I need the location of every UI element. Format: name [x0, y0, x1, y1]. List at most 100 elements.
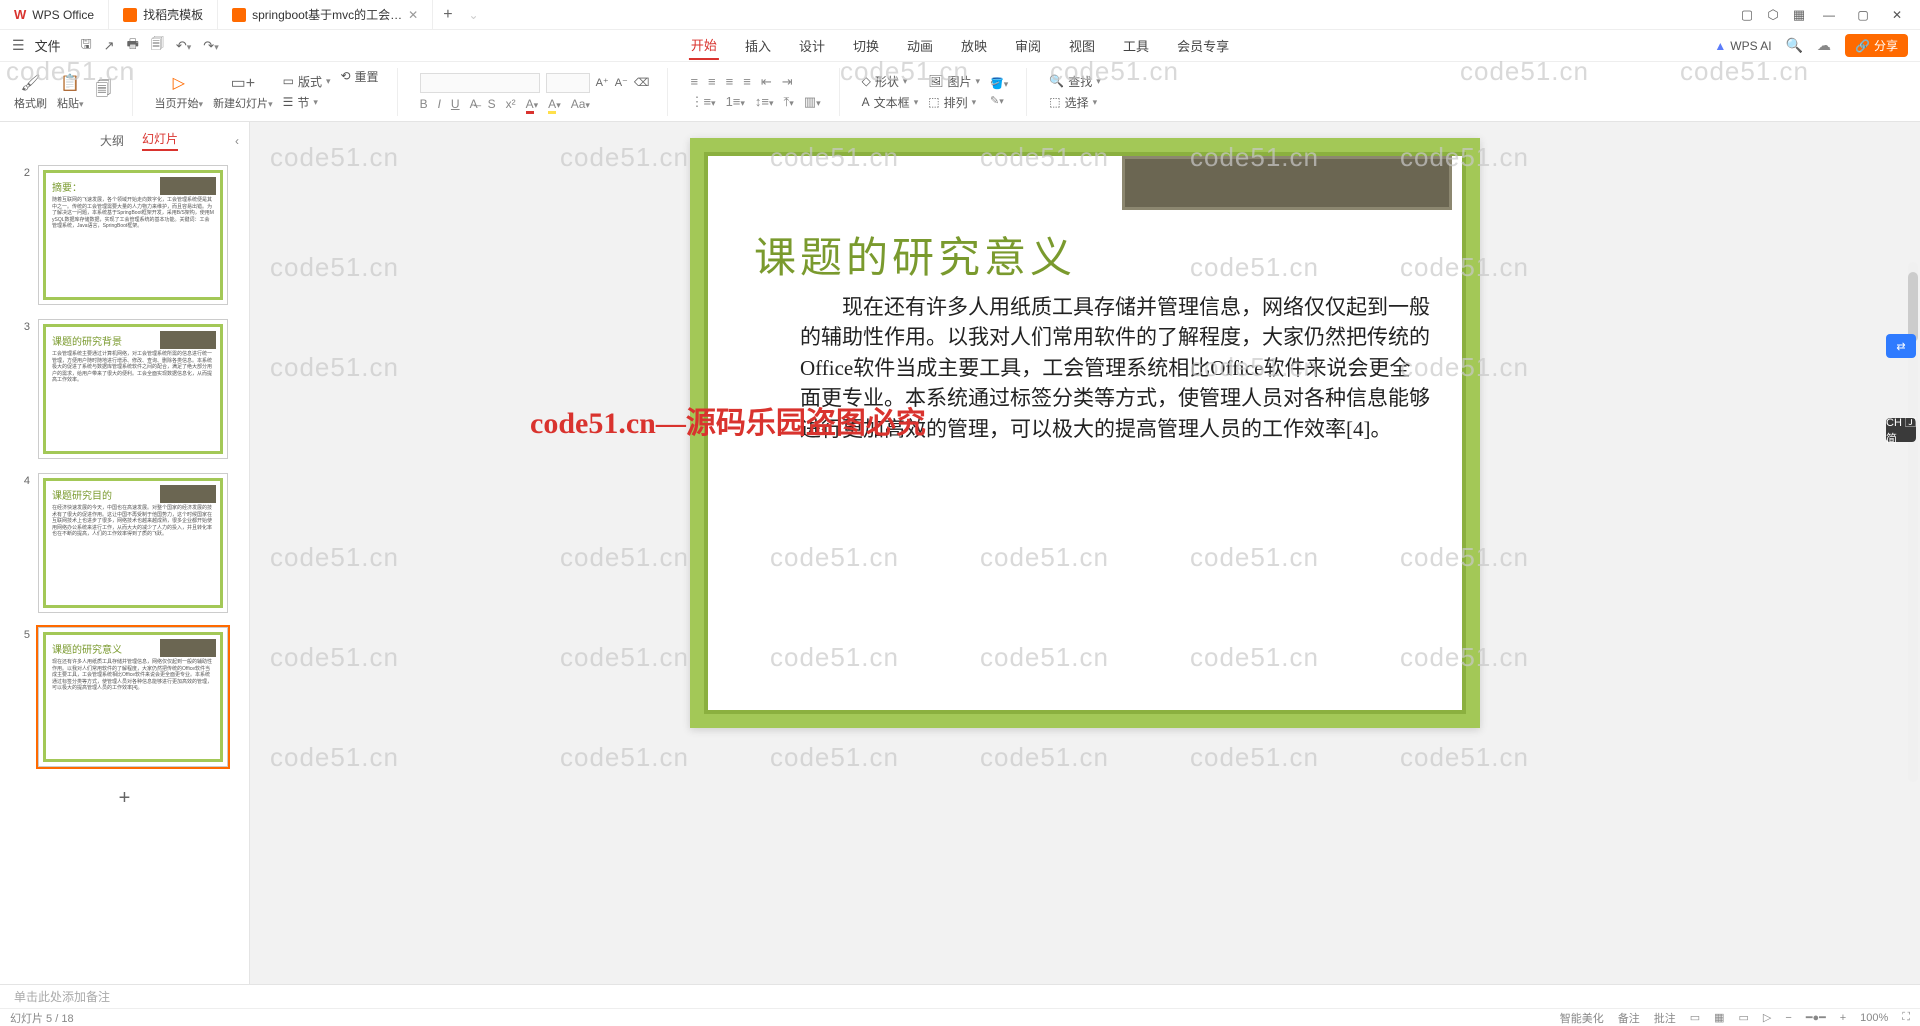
ribbon-tab-view[interactable]: 视图: [1067, 32, 1097, 59]
fill-icon[interactable]: 🪣▾: [990, 77, 1008, 90]
tab-template[interactable]: 找稻壳模板: [109, 0, 218, 29]
superscript-button[interactable]: x²: [506, 97, 516, 111]
minimize-button[interactable]: —: [1814, 1, 1844, 29]
font-family-select[interactable]: [420, 73, 540, 93]
start-from-current-button[interactable]: ▷ 当页开始▾: [155, 73, 204, 111]
slide-thumbnail[interactable]: 课题的研究意义 现在还有许多人用纸质工具存储并管理信息，网络仅仅起到一般的辅助性…: [38, 627, 228, 767]
view-slideshow-icon[interactable]: ▷: [1763, 1011, 1771, 1024]
zoom-level[interactable]: 100%: [1860, 1012, 1888, 1024]
window-mode-icon[interactable]: ▢: [1736, 4, 1758, 26]
redo-icon[interactable]: ↷▾: [203, 38, 218, 54]
align-center-icon[interactable]: ≡: [708, 74, 716, 90]
ribbon-tab-design[interactable]: 设计: [797, 32, 827, 59]
share-button[interactable]: 🔗 分享: [1845, 34, 1908, 57]
tab-document[interactable]: springboot基于mvc的工会… ✕: [218, 0, 433, 29]
close-button[interactable]: ✕: [1882, 1, 1912, 29]
zoom-out-icon[interactable]: −: [1785, 1012, 1791, 1024]
format-painter-button[interactable]: 🖌 格式刷: [14, 73, 47, 111]
file-menu[interactable]: 文件: [35, 36, 61, 55]
align-left-icon[interactable]: ≡: [690, 74, 698, 90]
ribbon-tab-tools[interactable]: 工具: [1121, 32, 1151, 59]
select-button[interactable]: ⬚ 选择▾: [1049, 94, 1101, 111]
new-slide-button[interactable]: ▭+ 新建幻灯片▾: [213, 73, 273, 111]
arrange-button[interactable]: ⬚ 排列▾: [928, 94, 980, 111]
add-slide-button[interactable]: +: [18, 781, 231, 816]
change-case-button[interactable]: Aa▾: [571, 97, 590, 111]
search-icon[interactable]: 🔍: [1786, 37, 1803, 54]
scrollbar-thumb[interactable]: [1908, 272, 1918, 342]
shape-button[interactable]: ◇ 形状▾: [862, 73, 919, 90]
indent-increase-icon[interactable]: ⇥: [782, 74, 793, 90]
thumbnail-list[interactable]: 2 摘要： 随着互联网的飞速发展，各个领域开始走向数字化，工会管理系统便是其中之…: [0, 157, 249, 984]
underline-button[interactable]: U: [451, 97, 460, 111]
preview-icon[interactable]: 🗐: [151, 35, 164, 57]
slides-tab[interactable]: 幻灯片: [142, 130, 178, 151]
font-size-select[interactable]: [546, 73, 590, 93]
increase-font-icon[interactable]: A⁺: [596, 76, 609, 89]
collapse-panel-icon[interactable]: ‹: [235, 134, 239, 148]
slide[interactable]: 课题的研究意义 现在还有许多人用纸质工具存储并管理信息，网络仅仅起到一般的辅助性…: [690, 138, 1480, 728]
slide-thumbnail[interactable]: 课题研究目的 在经济快速发展的今天，中国也在高速发展。对整个国家的经济发展的技术…: [38, 473, 228, 613]
slide-title[interactable]: 课题的研究意义: [754, 224, 1076, 285]
ribbon-tab-start[interactable]: 开始: [689, 31, 719, 60]
copy-icon[interactable]: 🗐: [94, 82, 114, 102]
zoom-in-icon[interactable]: +: [1840, 1012, 1846, 1024]
comments-toggle[interactable]: 批注: [1654, 1010, 1676, 1026]
decrease-font-icon[interactable]: A⁻: [615, 76, 628, 89]
outline-icon[interactable]: ✎▾: [990, 94, 1008, 107]
slide-viewport[interactable]: 课题的研究意义 现在还有许多人用纸质工具存储并管理信息，网络仅仅起到一般的辅助性…: [250, 122, 1920, 984]
slide-thumbnail[interactable]: 课题的研究背景 工会管理系统主要通过计算机网络，对工会管理系统所需的信息进行统一…: [38, 319, 228, 459]
clear-format-icon[interactable]: ⌫: [634, 76, 650, 89]
ribbon-tab-insert[interactable]: 插入: [743, 32, 773, 59]
undo-icon[interactable]: ↶▾: [176, 38, 191, 54]
tab-menu-caret[interactable]: ⌄: [469, 8, 479, 22]
paste-button[interactable]: 📋 粘贴▾: [57, 73, 84, 111]
notes-pane[interactable]: 单击此处添加备注: [0, 984, 1920, 1008]
find-button[interactable]: 🔍 查找▾: [1049, 73, 1101, 90]
textbox-button[interactable]: A 文本框▾: [862, 94, 919, 111]
shadow-button[interactable]: S: [488, 97, 496, 111]
columns-icon[interactable]: ▥▾: [804, 94, 821, 110]
fit-icon[interactable]: ⛶: [1902, 1011, 1910, 1024]
ribbon-tab-slideshow[interactable]: 放映: [959, 32, 989, 59]
tab-add[interactable]: +: [433, 6, 462, 24]
italic-button[interactable]: I: [438, 97, 441, 111]
indent-decrease-icon[interactable]: ⇤: [761, 74, 772, 90]
zoom-slider[interactable]: ━●━: [1806, 1011, 1826, 1024]
view-reading-icon[interactable]: ▭: [1739, 1011, 1749, 1024]
smart-beautify[interactable]: 智能美化: [1560, 1010, 1604, 1026]
ribbon-tab-member[interactable]: 会员专享: [1175, 32, 1231, 59]
slide-thumbnail[interactable]: 摘要： 随着互联网的飞速发展，各个领域开始走向数字化，工会管理系统便是其中之一。…: [38, 165, 228, 305]
ribbon-tab-transition[interactable]: 切换: [851, 32, 881, 59]
close-icon[interactable]: ✕: [408, 8, 418, 22]
maximize-button[interactable]: ▢: [1848, 1, 1878, 29]
strike-button[interactable]: A̶: [470, 97, 478, 111]
align-justify-icon[interactable]: ≡: [743, 74, 751, 90]
slide-body-text[interactable]: 现在还有许多人用纸质工具存储并管理信息，网络仅仅起到一般的辅助性作用。以我对人们…: [800, 292, 1430, 444]
notes-toggle[interactable]: 备注: [1618, 1010, 1640, 1026]
tab-wps-office[interactable]: W WPS Office: [0, 0, 109, 29]
layout-button[interactable]: ▭ 版式▾: [283, 73, 331, 90]
bullets-icon[interactable]: ⋮≡▾: [690, 94, 715, 110]
ime-indicator[interactable]: CH 🄹 简: [1886, 418, 1916, 442]
align-right-icon[interactable]: ≡: [726, 74, 734, 90]
line-spacing-icon[interactable]: ↕≡▾: [755, 94, 774, 110]
ribbon-tab-review[interactable]: 审阅: [1013, 32, 1043, 59]
save-icon[interactable]: 🖫: [81, 35, 92, 57]
cloud-icon[interactable]: ☁: [1817, 37, 1831, 54]
grid-icon[interactable]: ▦: [1788, 4, 1810, 26]
text-direction-icon[interactable]: ⤒▾: [784, 94, 794, 110]
export-icon[interactable]: ↗: [104, 38, 115, 54]
bold-button[interactable]: B: [420, 97, 428, 111]
font-color-button[interactable]: A▾: [526, 97, 539, 111]
float-tool-button[interactable]: ⇄: [1886, 334, 1916, 358]
numbering-icon[interactable]: 1≡▾: [726, 94, 745, 110]
outline-tab[interactable]: 大纲: [100, 132, 124, 149]
image-button[interactable]: 🖼 图片▾: [928, 73, 980, 90]
view-sorter-icon[interactable]: ▦: [1714, 1011, 1724, 1024]
print-icon[interactable]: 🖶: [127, 35, 139, 57]
cube-icon[interactable]: ⬡: [1762, 4, 1784, 26]
wps-ai-button[interactable]: ▲ WPS AI: [1714, 39, 1771, 53]
ribbon-tab-animation[interactable]: 动画: [905, 32, 935, 59]
section-button[interactable]: ☰ 节▾: [283, 94, 331, 111]
